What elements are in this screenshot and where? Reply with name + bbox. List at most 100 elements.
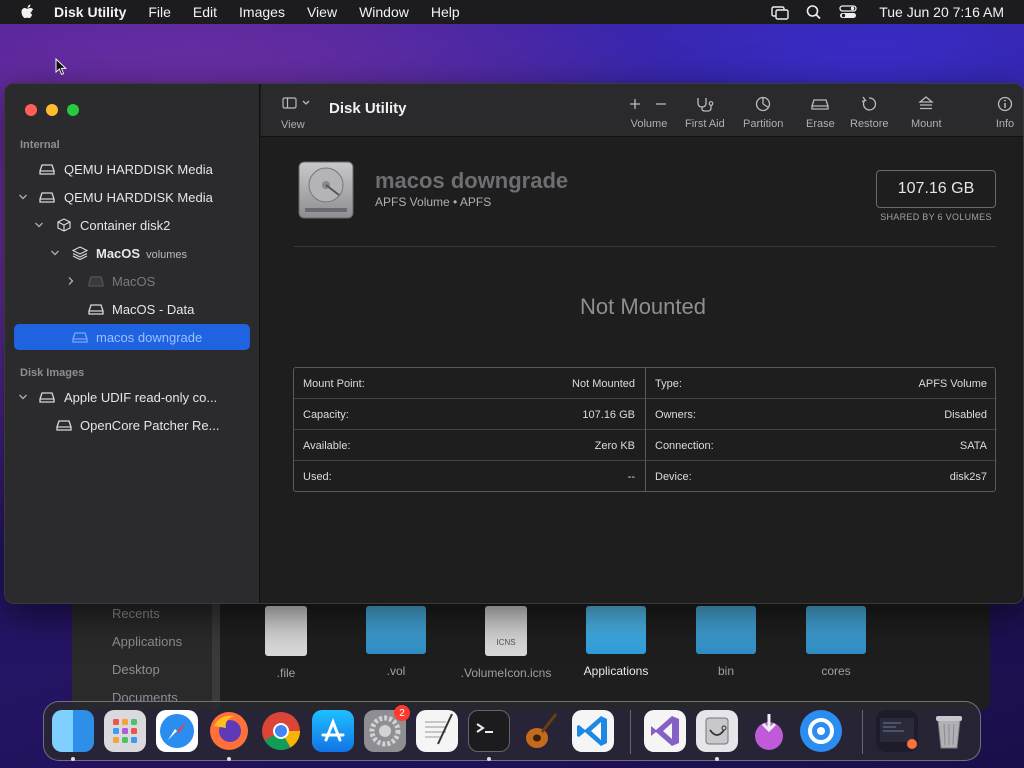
section-header-disk-images: Disk Images (20, 367, 85, 379)
vscode-icon[interactable] (572, 710, 614, 752)
app-store-icon[interactable] (312, 710, 354, 752)
menu-file[interactable]: File (148, 4, 171, 20)
finder-item-file[interactable]: .file (236, 606, 336, 680)
visual-studio-icon[interactable] (644, 710, 686, 752)
finder-item-volumeicon[interactable]: ICNS .VolumeIcon.icns (456, 606, 556, 680)
info-key: Connection: (655, 440, 714, 452)
info-label: Info (995, 118, 1015, 130)
info-value: 107.16 GB (582, 409, 635, 421)
info-button[interactable]: Info (995, 96, 1015, 130)
zoom-window-button[interactable] (67, 104, 79, 116)
screen-mirror-icon[interactable] (771, 4, 789, 20)
first-aid-label: First Aid (685, 118, 725, 130)
menu-view[interactable]: View (307, 4, 337, 20)
menu-window[interactable]: Window (359, 4, 409, 20)
hard-disk-icon (88, 276, 104, 287)
erase-label: Erase (806, 118, 835, 130)
sidebar-item-volume-group[interactable]: MacOS volumes (14, 240, 250, 266)
info-value: Disabled (944, 409, 987, 421)
menu-clock[interactable]: Tue Jun 20 7:16 AM (879, 4, 1004, 20)
menu-edit[interactable]: Edit (193, 4, 217, 20)
mouse-cursor-icon (55, 58, 67, 76)
menu-images[interactable]: Images (239, 4, 285, 20)
launchpad-icon[interactable] (104, 710, 146, 752)
disk-utility-window: Internal QEMU HARDDISK Media QEMU HARDDI… (4, 83, 1024, 604)
info-value: Not Mounted (572, 378, 635, 390)
firefox-icon[interactable] (208, 710, 250, 752)
icns-file-icon: ICNS (485, 606, 527, 656)
chevron-down-icon[interactable] (18, 192, 28, 202)
instruments-icon[interactable] (520, 710, 562, 752)
sidebar-item-disk-1[interactable]: QEMU HARDDISK Media (14, 156, 250, 182)
window-title: Disk Utility (329, 100, 407, 117)
control-center-icon[interactable] (839, 4, 857, 20)
chrome-icon[interactable] (260, 710, 302, 752)
erase-button[interactable]: Erase (806, 96, 835, 130)
disk-utility-icon[interactable] (696, 710, 738, 752)
finder-sidebar-applications[interactable]: Applications (112, 634, 182, 649)
info-row: Device: disk2s7 (646, 461, 997, 492)
installer-icon[interactable] (748, 710, 790, 752)
chevron-right-icon[interactable] (66, 276, 76, 286)
apple-icon[interactable] (20, 4, 34, 20)
sidebar-item-macos-data[interactable]: MacOS - Data (14, 296, 250, 322)
finder-sidebar: Recents Applications Desktop Documents (72, 590, 212, 710)
finder-item-applications[interactable]: Applications (566, 606, 666, 678)
finder-item-label: Applications (583, 664, 649, 678)
sidebar-item-disk-image[interactable]: Apple UDIF read-only co... (14, 384, 250, 410)
textedit-icon[interactable] (416, 710, 458, 752)
finder-icon[interactable] (52, 710, 94, 752)
sidebar-item-label: MacOS volumes (96, 246, 187, 261)
finder-sidebar-desktop[interactable]: Desktop (112, 662, 160, 677)
sidebar-item-macos-volume[interactable]: MacOS (14, 268, 250, 294)
finder-item-cores[interactable]: cores (786, 606, 886, 678)
system-preferences-icon[interactable]: 2 (364, 705, 410, 752)
finder-item-bin[interactable]: bin (676, 606, 776, 678)
finder-item-label: cores (821, 664, 851, 678)
window-controls (25, 104, 79, 116)
document-icon (265, 606, 307, 656)
info-key: Available: (303, 440, 351, 452)
finder-item-vol[interactable]: .vol (346, 606, 446, 678)
window-thumbnail-icon[interactable] (876, 710, 918, 752)
hard-disk-icon (72, 332, 88, 343)
partition-button[interactable]: Partition (743, 96, 783, 130)
proxyman-icon[interactable] (800, 710, 842, 752)
finder-sidebar-recents[interactable]: Recents (112, 606, 160, 621)
chevron-down-icon[interactable] (18, 392, 28, 402)
chevron-down-icon[interactable] (34, 220, 44, 230)
hard-disk-icon (56, 420, 72, 431)
info-icon (997, 96, 1013, 112)
spotlight-search-icon[interactable] (805, 4, 823, 20)
sidebar-item-disk-2[interactable]: QEMU HARDDISK Media (14, 184, 250, 210)
sidebar-item-opencore[interactable]: OpenCore Patcher Re... (14, 412, 250, 438)
chevron-down-icon[interactable] (50, 248, 60, 258)
menu-help[interactable]: Help (431, 4, 460, 20)
finder-window-background: Recents Applications Desktop Documents .… (72, 590, 990, 710)
minimize-window-button[interactable] (46, 104, 58, 116)
trash-icon[interactable] (928, 710, 970, 752)
volume-button[interactable]: Volume (627, 96, 671, 130)
restore-button[interactable]: Restore (850, 96, 889, 130)
safari-icon[interactable] (156, 710, 198, 752)
folder-icon (366, 606, 426, 654)
first-aid-button[interactable]: First Aid (685, 96, 725, 130)
sidebar-item-label: QEMU HARDDISK Media (64, 189, 213, 205)
restore-arrow-icon (862, 96, 877, 111)
sidebar-toggle-icon (282, 97, 310, 109)
sidebar-item-container[interactable]: Container disk2 (14, 212, 250, 238)
volume-label: Volume (630, 118, 668, 130)
finder-item-label: bin (717, 664, 734, 678)
hard-disk-icon (39, 164, 55, 175)
info-key: Used: (303, 471, 332, 483)
close-window-button[interactable] (25, 104, 37, 116)
sidebar-item-macos-downgrade[interactable]: macos downgrade (14, 324, 250, 350)
info-key: Owners: (655, 409, 696, 421)
mount-button[interactable]: Mount (911, 96, 942, 130)
terminal-icon[interactable] (468, 710, 510, 752)
menu-app-name[interactable]: Disk Utility (54, 4, 126, 20)
section-header-internal: Internal (20, 139, 60, 151)
info-row: Owners: Disabled (646, 399, 997, 430)
view-button[interactable]: View (281, 96, 311, 131)
info-key: Mount Point: (303, 378, 365, 390)
